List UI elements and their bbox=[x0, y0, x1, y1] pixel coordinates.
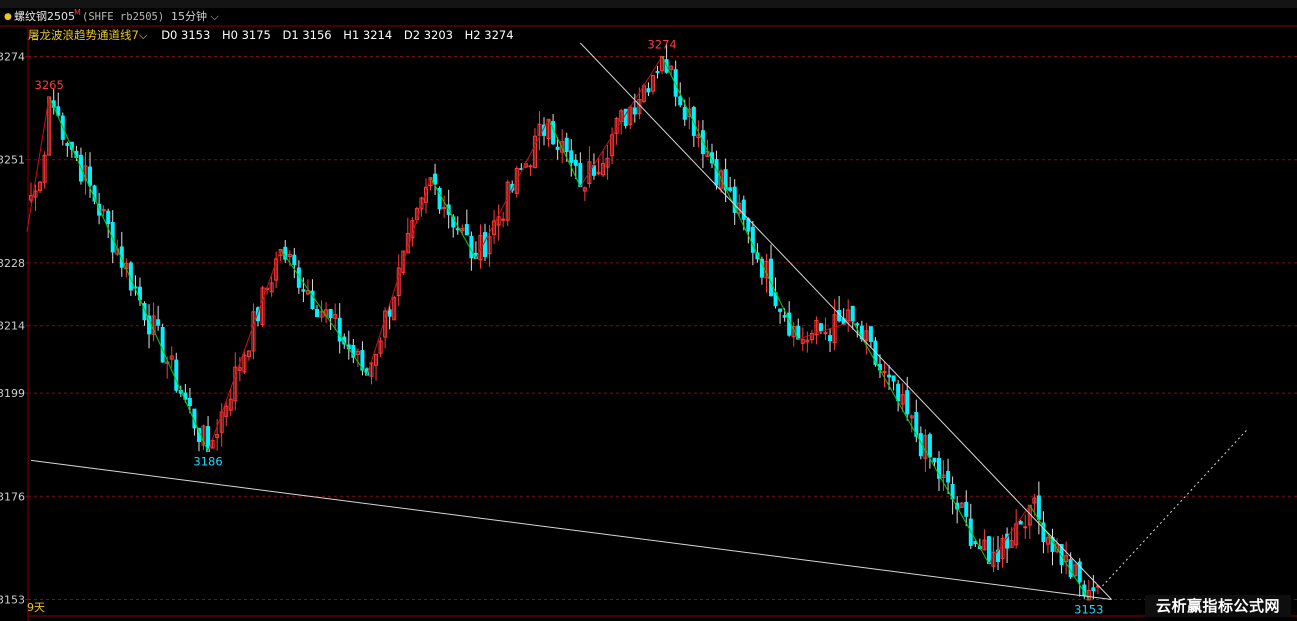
candle-down bbox=[655, 70, 660, 73]
candle-down bbox=[65, 143, 70, 146]
candle-down bbox=[787, 312, 792, 336]
candle-down bbox=[964, 501, 969, 517]
wave-up-line bbox=[366, 177, 431, 376]
candle-down bbox=[555, 146, 560, 150]
channel-line bbox=[579, 42, 1112, 600]
candle-down bbox=[750, 226, 755, 253]
wave-down-line bbox=[852, 321, 990, 564]
wave-up-line bbox=[475, 119, 550, 259]
candle-down bbox=[551, 121, 556, 145]
candle-down bbox=[986, 536, 991, 565]
candle-down bbox=[623, 108, 628, 126]
candle-down bbox=[782, 315, 787, 318]
candle-down bbox=[818, 323, 823, 332]
candle-down bbox=[855, 323, 860, 326]
peak-value-label: 3274 bbox=[647, 37, 676, 51]
candle-down bbox=[905, 390, 910, 415]
candle-up bbox=[528, 165, 533, 168]
footer-period-label: 9天 bbox=[27, 601, 45, 614]
candle-down bbox=[187, 397, 192, 406]
candle-down bbox=[728, 187, 733, 191]
wave-up-line bbox=[579, 56, 663, 187]
candle-down bbox=[1091, 587, 1096, 592]
candle-down bbox=[1036, 495, 1041, 520]
candle-down bbox=[868, 326, 873, 342]
candle-down bbox=[387, 309, 392, 317]
candle-up bbox=[1023, 526, 1028, 529]
candle-down bbox=[292, 254, 297, 265]
candle-down bbox=[578, 162, 583, 188]
candle-down bbox=[932, 457, 937, 463]
watermark-logo: 云析赢指标公式网 bbox=[1145, 595, 1291, 617]
y-tick-label: 3251 bbox=[0, 154, 25, 167]
candle-down bbox=[1018, 521, 1023, 525]
candle-down bbox=[646, 88, 651, 93]
candle-down bbox=[778, 308, 783, 312]
candle-down bbox=[569, 150, 574, 163]
y-tick-label: 3228 bbox=[0, 257, 25, 270]
candlestick-chart[interactable]: 3274 3251 3228 3214 3199 3176 3153 3265 3186 3274… bbox=[0, 0, 1297, 621]
candle-down bbox=[896, 383, 901, 402]
candle-down bbox=[483, 232, 487, 258]
candle-down bbox=[769, 258, 774, 297]
wave-up-line bbox=[988, 504, 1031, 564]
candle-down bbox=[573, 159, 578, 166]
candle-down bbox=[433, 173, 438, 185]
y-tick-label: 3199 bbox=[0, 387, 25, 400]
candle-down bbox=[741, 199, 746, 220]
peak-value-label: 3265 bbox=[35, 78, 64, 92]
candle-down bbox=[632, 107, 637, 115]
candle-down bbox=[469, 235, 474, 259]
candle-down bbox=[174, 359, 179, 391]
candle-down bbox=[160, 326, 165, 363]
candle-down bbox=[850, 305, 855, 322]
trough-value-label: 3186 bbox=[193, 454, 222, 468]
wave-down-line bbox=[661, 56, 799, 340]
y-tick-label: 3176 bbox=[0, 490, 25, 503]
candle-down bbox=[156, 319, 161, 326]
candle-down bbox=[682, 107, 687, 120]
wave-down-line bbox=[280, 249, 368, 376]
candle-down bbox=[828, 335, 833, 342]
wave-down-line bbox=[1029, 504, 1090, 600]
candle-down bbox=[88, 166, 93, 186]
projection-line bbox=[1102, 428, 1249, 587]
candle-down bbox=[891, 375, 896, 382]
y-tick-label: 3214 bbox=[0, 320, 25, 333]
wave-down-line bbox=[548, 119, 581, 187]
candle-down bbox=[464, 224, 469, 236]
candle-down bbox=[927, 434, 932, 458]
candle-down bbox=[301, 289, 306, 292]
candle-down bbox=[106, 210, 111, 225]
candle-down bbox=[328, 308, 333, 319]
wave-down-line bbox=[430, 177, 477, 259]
candle-down bbox=[315, 309, 320, 318]
candle-down bbox=[678, 96, 683, 106]
candle-down bbox=[564, 137, 569, 153]
wave-up-line bbox=[207, 249, 282, 452]
candle-down bbox=[946, 470, 951, 483]
candle-up bbox=[823, 332, 828, 335]
y-tick-label: 3153 bbox=[0, 594, 25, 607]
y-tick-label: 3274 bbox=[0, 50, 25, 63]
wave-down-line bbox=[48, 96, 209, 452]
candle-down bbox=[887, 374, 892, 378]
trough-value-label: 3153 bbox=[1074, 603, 1103, 617]
